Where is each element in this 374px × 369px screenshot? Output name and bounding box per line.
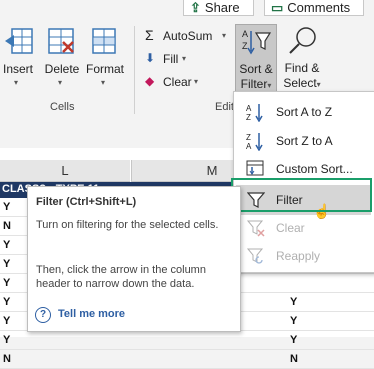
find-select-button[interactable]: Find & Select▾	[280, 24, 324, 92]
clear-button[interactable]: ◆ Clear ▾	[143, 72, 203, 92]
chevron-down-icon: ▾	[222, 31, 227, 40]
format-cells-icon	[92, 28, 116, 54]
fill-button[interactable]: ⬇ Fill ▾	[143, 49, 193, 69]
cell[interactable]: Y	[3, 274, 10, 292]
delete-cells-icon	[48, 28, 74, 54]
magnifier-icon	[289, 27, 316, 54]
svg-text:Z: Z	[242, 41, 248, 51]
cell[interactable]: Y	[290, 293, 297, 311]
table-row: N N	[0, 350, 374, 369]
fill-down-icon: ⬇	[145, 51, 156, 65]
chevron-down-icon: ▾	[182, 54, 187, 63]
cell[interactable]: Y	[3, 331, 10, 349]
tooltip-description: Turn on filtering for the selected cells…	[36, 219, 219, 231]
insert-cells-icon	[5, 28, 33, 54]
sigma-icon: Σ	[145, 27, 154, 43]
chevron-down-icon: ▾	[58, 78, 63, 87]
cell[interactable]: Y	[3, 198, 10, 216]
tooltip-title: Filter (Ctrl+Shift+L)	[36, 196, 137, 208]
column-header-l[interactable]: L	[0, 160, 130, 182]
chevron-down-icon: ▾	[101, 78, 106, 87]
svg-text:Z: Z	[246, 113, 251, 122]
svg-text:A: A	[246, 142, 252, 151]
chevron-down-icon: ▾	[194, 77, 199, 86]
share-icon: ⇪	[190, 0, 201, 15]
tooltip-instructions: Then, click the arrow in the column head…	[36, 264, 206, 290]
cell[interactable]: Y	[3, 236, 10, 254]
svg-text:A: A	[246, 104, 252, 113]
help-icon: ?	[35, 307, 51, 323]
menu-item-sort-a-to-z[interactable]: AZ Sort A to Z	[234, 98, 374, 126]
group-divider	[134, 26, 135, 114]
cell[interactable]: N	[3, 350, 11, 368]
cell[interactable]: Y	[3, 312, 10, 330]
svg-text:Z: Z	[246, 133, 251, 142]
format-button[interactable]: Format ▾	[83, 26, 127, 88]
insert-button[interactable]: Insert ▾	[0, 26, 40, 88]
filter-highlight-box	[231, 178, 372, 212]
comments-icon: ▭	[271, 0, 284, 15]
delete-button[interactable]: Delete ▾	[42, 26, 82, 88]
sort-filter-button[interactable]: A Z Sort & Filter▾	[235, 24, 277, 92]
sort-filter-icon: A Z	[242, 29, 272, 55]
tell-me-more-link[interactable]: Tell me more	[58, 308, 125, 320]
cell[interactable]: Y	[3, 293, 10, 311]
cell[interactable]: N	[3, 217, 11, 235]
chevron-down-icon: ▾	[267, 81, 272, 90]
menu-item-clear[interactable]: Clear	[234, 214, 374, 242]
menu-item-sort-z-to-a[interactable]: ZA Sort Z to A	[234, 127, 374, 155]
reapply-icon	[246, 242, 266, 275]
cells-group-label: Cells	[50, 101, 75, 113]
eraser-icon: ◆	[145, 74, 155, 88]
svg-text:A: A	[242, 29, 248, 39]
menu-item-reapply[interactable]: Reapply	[234, 242, 374, 270]
filter-tooltip: Filter (Ctrl+Shift+L) Turn on filtering …	[27, 186, 241, 332]
cell[interactable]: N	[290, 350, 298, 368]
table-row: Y Y	[0, 331, 374, 350]
chevron-down-icon: ▾	[316, 80, 321, 89]
cell[interactable]: Y	[290, 312, 297, 330]
chevron-down-icon: ▾	[14, 78, 19, 87]
cell[interactable]: Y	[3, 255, 10, 273]
share-button[interactable]: ⇪ Share	[183, 0, 254, 16]
autosum-button[interactable]: Σ AutoSum ▾	[143, 26, 233, 46]
cell[interactable]: Y	[290, 331, 297, 349]
comments-button[interactable]: ▭ Comments	[264, 0, 364, 16]
